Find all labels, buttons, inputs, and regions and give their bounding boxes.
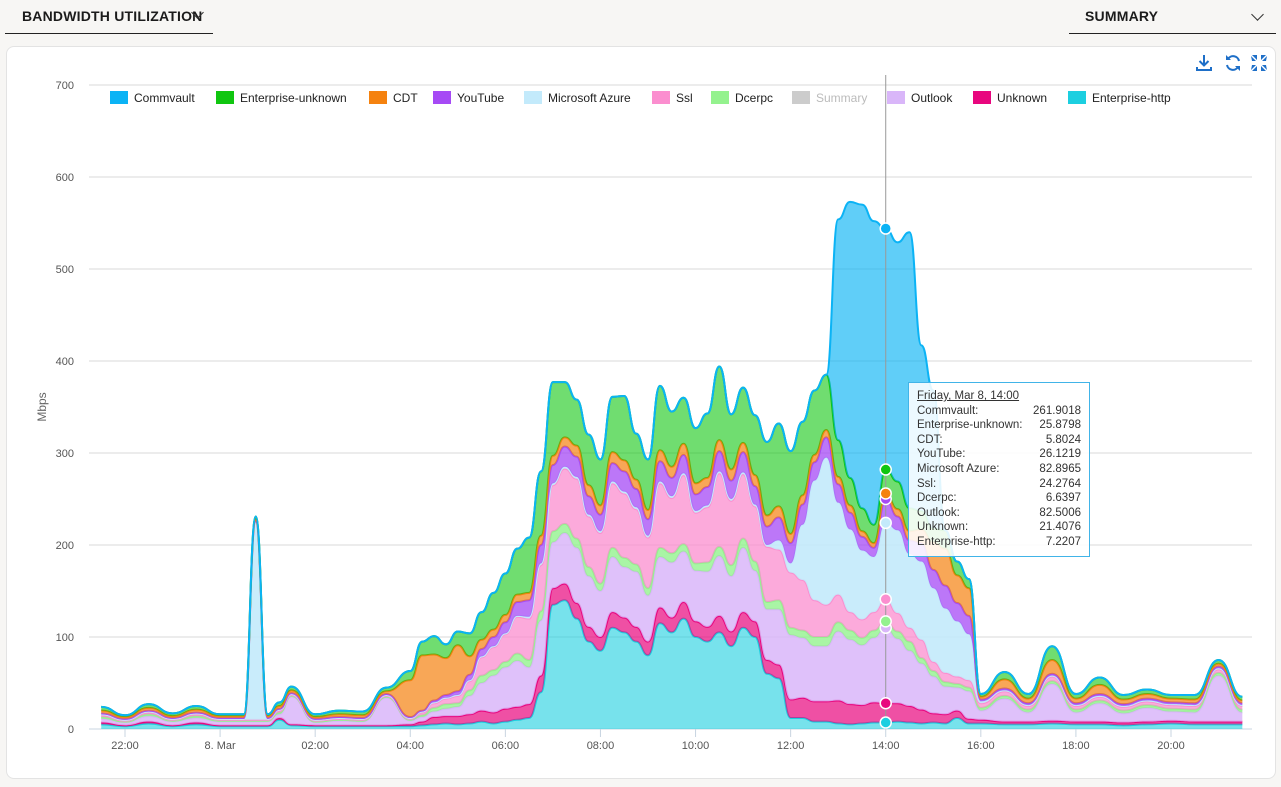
view-select[interactable]: SUMMARY [1069, 0, 1276, 34]
tooltip-row: Microsoft Azure: 82.8965 [917, 462, 1081, 477]
tooltip-title: Friday, Mar 8, 14:00 [917, 390, 1020, 402]
tooltip-row-value: 25.8798 [1039, 419, 1081, 432]
tooltip-row-value: 21.4076 [1039, 521, 1081, 534]
tooltip-row-label: Unknown: [917, 521, 969, 534]
tooltip-row: Outlook: 82.5006 [917, 506, 1081, 521]
tooltip-row-label: Enterprise-unknown: [917, 419, 1023, 432]
tooltip-row-value: 24.2764 [1039, 477, 1081, 490]
tooltip-row-label: Ssl: [917, 477, 937, 490]
tooltip-row-label: Dcerpc: [917, 492, 957, 505]
view-select-label: SUMMARY [1085, 8, 1159, 24]
tooltip-row-value: 5.8024 [1045, 433, 1081, 446]
tooltip-row-label: Enterprise-http: [917, 535, 996, 548]
collapse-icon[interactable] [1249, 53, 1269, 73]
tooltip-row-value: 6.6397 [1045, 492, 1081, 505]
tooltip-row: Enterprise-unknown: 25.8798 [917, 418, 1081, 433]
tooltip-row-value: 26.1219 [1039, 448, 1081, 461]
tooltip-row-label: YouTube: [917, 448, 966, 461]
tooltip-row-label: CDT: [917, 433, 943, 446]
tooltip-row-label: Outlook: [917, 506, 960, 519]
tooltip-row: CDT: 5.8024 [917, 433, 1081, 448]
tooltip-row-label: Commvault: [917, 404, 979, 417]
tooltip-row-value: 261.9018 [1033, 404, 1081, 417]
tooltip-row-value: 82.8965 [1039, 462, 1081, 475]
metric-select-label: BANDWIDTH UTILIZATION [22, 8, 203, 24]
tooltip-row: Enterprise-http: 7.2207 [917, 535, 1081, 550]
tooltip-row: Dcerpc: 6.6397 [917, 491, 1081, 506]
tooltip-row-value: 7.2207 [1045, 535, 1081, 548]
tooltip-row-value: 82.5006 [1039, 506, 1081, 519]
refresh-icon[interactable] [1223, 53, 1243, 73]
metric-select[interactable]: BANDWIDTH UTILIZATION [5, 0, 213, 34]
tooltip-row: Unknown: 21.4076 [917, 520, 1081, 535]
tooltip-row: Commvault: 261.9018 [917, 404, 1081, 419]
tooltip-row: YouTube: 26.1219 [917, 447, 1081, 462]
tooltip-row: Ssl: 24.2764 [917, 477, 1081, 492]
chevron-down-icon [1251, 8, 1264, 21]
chart-tooltip: Friday, Mar 8, 14:00 Commvault: 261.9018 E… [908, 382, 1090, 557]
tooltip-row-label: Microsoft Azure: [917, 462, 1000, 475]
download-icon[interactable] [1194, 53, 1214, 73]
